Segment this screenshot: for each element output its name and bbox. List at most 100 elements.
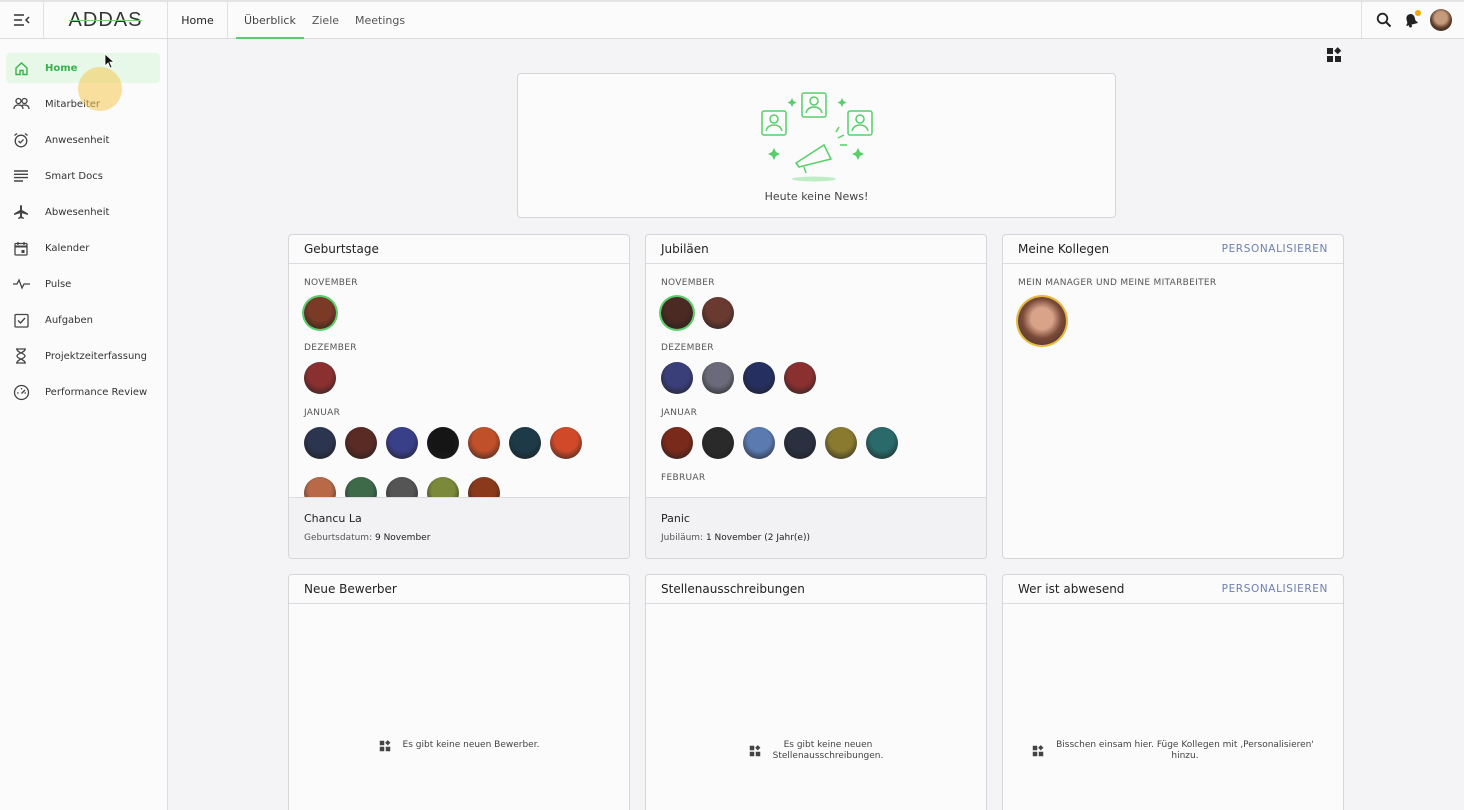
selected-person-detail: Geburtsdatum: 9 November [304,533,614,543]
top-right-actions [1361,2,1464,38]
selected-person-name: Chancu La [304,512,362,525]
month-label: FEBRUAR [661,473,706,483]
card-header: Geburtstage [289,235,629,264]
tab-meetings[interactable]: Meetings [347,2,413,38]
sidebar-item-label: Projektzeiterfassung [45,350,147,362]
alarm-clock-icon [12,131,30,149]
avatar[interactable] [427,427,459,459]
avatar[interactable] [304,362,336,394]
avatar[interactable] [386,427,418,459]
avatar[interactable] [345,427,377,459]
avatar-row [289,362,629,394]
avatar[interactable] [784,362,816,394]
jubilee-list[interactable]: NOVEMBER DEZEMBER JANUAR FEBRUAR [646,264,986,497]
personalize-button[interactable]: PERSONALISIEREN [1222,243,1328,255]
avatar[interactable] [743,362,775,394]
checkbox-icon [12,311,30,329]
top-home-link[interactable]: Home [168,2,228,38]
widget-icon [1032,745,1044,757]
lines-icon [12,167,30,185]
sidebar-item-label: Abwesenheit [45,206,110,218]
birthday-list[interactable]: NOVEMBER DEZEMBER JANUAR [289,264,629,497]
empty-text-line: hinzu. [1171,751,1199,762]
card-title: Geburtstage [304,242,379,256]
card-title: Meine Kollegen [1018,242,1110,256]
manager-avatar[interactable] [1018,297,1066,345]
personalize-button[interactable]: PERSONALISIEREN [1222,583,1328,595]
sidebar-item-performance-review[interactable]: Performance Review [6,377,160,407]
detail-label: Jubiläum: [661,533,704,543]
avatar[interactable] [468,477,500,497]
avatar[interactable] [702,362,734,394]
people-icon [12,95,30,113]
card-header: Stellenausschreibungen [646,575,986,604]
card-title: Wer ist abwesend [1018,582,1125,596]
menu-collapse-button[interactable] [0,2,44,38]
notification-dot [1415,9,1421,16]
avatar[interactable] [304,297,336,329]
menu-collapse-icon [13,14,30,26]
sidebar-item-aufgaben[interactable]: Aufgaben [6,305,160,335]
job-postings-card: Stellenausschreibungen Es gibt keine neu… [645,574,987,810]
logo[interactable]: ADDAS [44,2,168,38]
announcement-illustration-icon [761,92,873,182]
pulse-icon [12,275,30,293]
selected-person-name: Panic [661,512,690,525]
detail-label: Geburtsdatum: [304,533,373,543]
home-icon [12,59,30,77]
avatar[interactable] [702,427,734,459]
dashboard-layout-icon[interactable] [1326,47,1342,63]
empty-text: Es gibt keine neuen Bewerber. [402,740,540,751]
avatar[interactable] [304,477,336,497]
avatar[interactable] [661,362,693,394]
avatar-row [646,362,986,394]
avatar[interactable] [866,427,898,459]
empty-text-line: Stellenausschreibungen. [772,751,884,762]
avatar[interactable] [702,297,734,329]
tab-ziele[interactable]: Ziele [304,2,347,38]
tab-ueberblick[interactable]: Überblick [236,2,304,39]
avatar[interactable] [661,427,693,459]
card-header: Jubiläen [646,235,986,264]
cursor-highlight [78,67,122,111]
mouse-cursor-icon [104,53,115,69]
sidebar-item-pulse[interactable]: Pulse [6,269,160,299]
sidebar-item-smart-docs[interactable]: Smart Docs [6,161,160,191]
sidebar-item-projektzeiterfassung[interactable]: Projektzeiterfassung [6,341,160,371]
empty-text: Bisschen einsam hier. Füge Kollegen mit … [1056,740,1314,763]
empty-text-line: Bisschen einsam hier. Füge Kollegen mit … [1056,740,1314,750]
avatar[interactable] [509,427,541,459]
top-bar: ADDAS Home Überblick Ziele Meetings [0,0,1464,39]
month-label: JANUAR [661,408,698,418]
sidebar-item-kalender[interactable]: Kalender [6,233,160,263]
avatar[interactable] [825,427,857,459]
avatar[interactable] [427,477,459,497]
detail-value: 9 November [374,533,431,543]
news-empty-text: Heute keine News! [764,190,869,203]
sidebar-item-label: Smart Docs [45,170,103,182]
avatar[interactable] [345,477,377,497]
avatar[interactable] [661,297,693,329]
avatar[interactable] [468,427,500,459]
user-avatar[interactable] [1430,9,1452,31]
absent-card: Wer ist abwesend PERSONALISIEREN Bissche… [1002,574,1344,810]
avatar[interactable] [550,427,582,459]
avatar[interactable] [784,427,816,459]
avatar[interactable] [743,427,775,459]
sidebar-item-anwesenheit[interactable]: Anwesenheit [6,125,160,155]
notification-button[interactable] [1404,9,1421,28]
sidebar: Home Mitarbeiter Anwesenheit Smart Docs … [0,39,168,810]
selected-person-footer: Chancu La Geburtsdatum: 9 November [289,497,629,558]
search-icon[interactable] [1376,12,1392,28]
card-header: Meine Kollegen PERSONALISIEREN [1003,235,1343,264]
calendar-icon [12,239,30,257]
colleagues-card: Meine Kollegen PERSONALISIEREN MEIN MANA… [1002,234,1344,559]
avatar[interactable] [386,477,418,497]
avatar[interactable] [304,427,336,459]
sidebar-item-label: Pulse [45,278,72,290]
sidebar-item-label: Anwesenheit [45,134,110,146]
sidebar-item-label: Performance Review [45,386,148,398]
selected-person-footer: Panic Jubiläum: 1 November (2 Jahr(e)) [646,497,986,558]
applicants-card: Neue Bewerber Es gibt keine neuen Bewerb… [288,574,630,810]
sidebar-item-abwesenheit[interactable]: Abwesenheit [6,197,160,227]
